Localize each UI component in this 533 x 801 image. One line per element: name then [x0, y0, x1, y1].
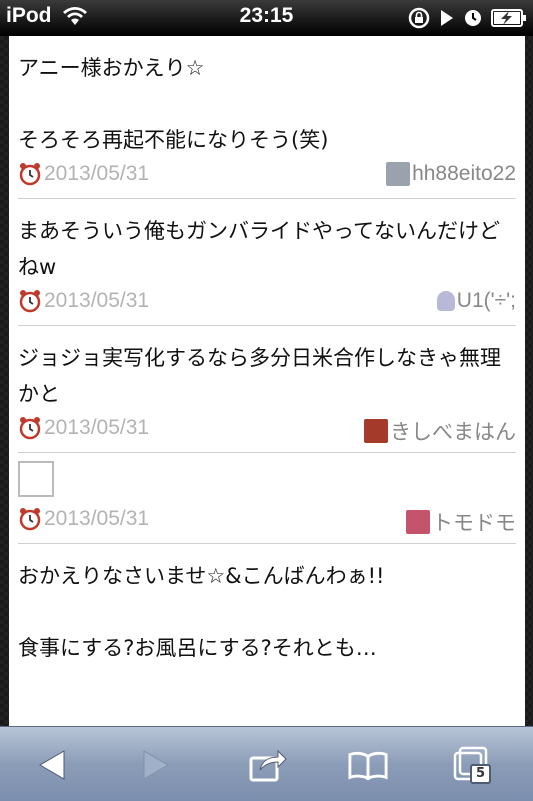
bookmarks-button[interactable]: [348, 745, 388, 785]
play-icon: [441, 10, 453, 26]
forward-arrow-icon: [143, 750, 169, 780]
comment-user[interactable]: hh88eito22: [386, 162, 516, 186]
comment-meta: 2013/05/31 U1('÷';: [18, 285, 516, 325]
comment-user[interactable]: U1('÷';: [436, 289, 516, 313]
comment-meta: 2013/05/31 hh88eito22: [18, 158, 516, 198]
comment-list[interactable]: アニー様おかえり☆ そろそろ再起不能になりそう(笑) 2013/05/31 hh…: [9, 36, 525, 726]
battery-charging-icon: [491, 9, 526, 27]
user-name[interactable]: U1('÷';: [457, 289, 516, 313]
user-name[interactable]: トモドモ: [432, 507, 516, 537]
comment-date: 2013/05/31: [18, 162, 149, 186]
forward-button[interactable]: [136, 745, 176, 785]
avatar[interactable]: [364, 419, 388, 443]
browser-toolbar: 5: [0, 726, 533, 801]
date-label: 2013/05/31: [44, 416, 150, 439]
share-button[interactable]: [248, 745, 288, 785]
book-icon: [348, 751, 388, 780]
status-bar: iPod 23:15: [0, 0, 533, 36]
alarm-icon: [465, 10, 481, 26]
user-name[interactable]: hh88eito22: [412, 162, 516, 186]
date-label: 2013/05/31: [44, 507, 150, 530]
comment-date: 2013/05/31: [18, 416, 149, 440]
comment-date: 2013/05/31: [18, 289, 149, 313]
comment-text: ジョジョ実写化するなら多分日米合作しなきゃ無理かと: [18, 346, 501, 406]
comment-meta: 2013/05/31 トモドモ: [18, 503, 516, 543]
list-item: ジョジョ実写化するなら多分日米合作しなきゃ無理かと 2013/05/31 きしべ…: [18, 326, 516, 453]
list-item: おかえりなさいませ☆&こんばんわぁ!! 食事にする?お風呂にする?それとも…: [18, 544, 516, 666]
comment-text: まあそういう俺もガンバライドやってないんだけどねw: [18, 219, 500, 279]
avatar[interactable]: [386, 162, 411, 186]
list-item: アニー様おかえり☆ そろそろ再起不能になりそう(笑) 2013/05/31 hh…: [18, 36, 516, 199]
tabs-count-badge: 5: [469, 764, 491, 784]
avatar[interactable]: [406, 510, 430, 534]
date-label: 2013/05/31: [44, 162, 150, 185]
tabs-button[interactable]: 5: [452, 745, 492, 785]
share-icon: [249, 749, 287, 782]
comment-text: おかえりなさいませ☆&こんばんわぁ!! 食事にする?お風呂にする?それとも…: [18, 564, 385, 660]
image-placeholder[interactable]: [18, 461, 54, 497]
alarm-clock-icon: [19, 290, 41, 313]
back-arrow-icon: [39, 750, 65, 780]
comment-user[interactable]: きしべまはん: [364, 416, 516, 446]
comment-date: 2013/05/31: [18, 507, 149, 531]
date-label: 2013/05/31: [44, 289, 150, 312]
alarm-clock-icon: [19, 508, 41, 531]
user-name[interactable]: きしべまはん: [390, 416, 516, 446]
comment-user[interactable]: トモドモ: [406, 507, 516, 537]
avatar[interactable]: [436, 291, 455, 311]
list-item: まあそういう俺もガンバライドやってないんだけどねw 2013/05/31 U1(…: [18, 199, 516, 326]
comment-meta: 2013/05/31 きしべまはん: [18, 412, 516, 452]
back-button[interactable]: [32, 745, 72, 785]
rotation-lock-icon: [408, 7, 430, 29]
comment-text: アニー様おかえり☆ そろそろ再起不能になりそう(笑): [18, 56, 329, 152]
list-item: 2013/05/31 トモドモ: [18, 461, 516, 544]
alarm-clock-icon: [19, 163, 41, 186]
alarm-clock-icon: [19, 417, 41, 440]
